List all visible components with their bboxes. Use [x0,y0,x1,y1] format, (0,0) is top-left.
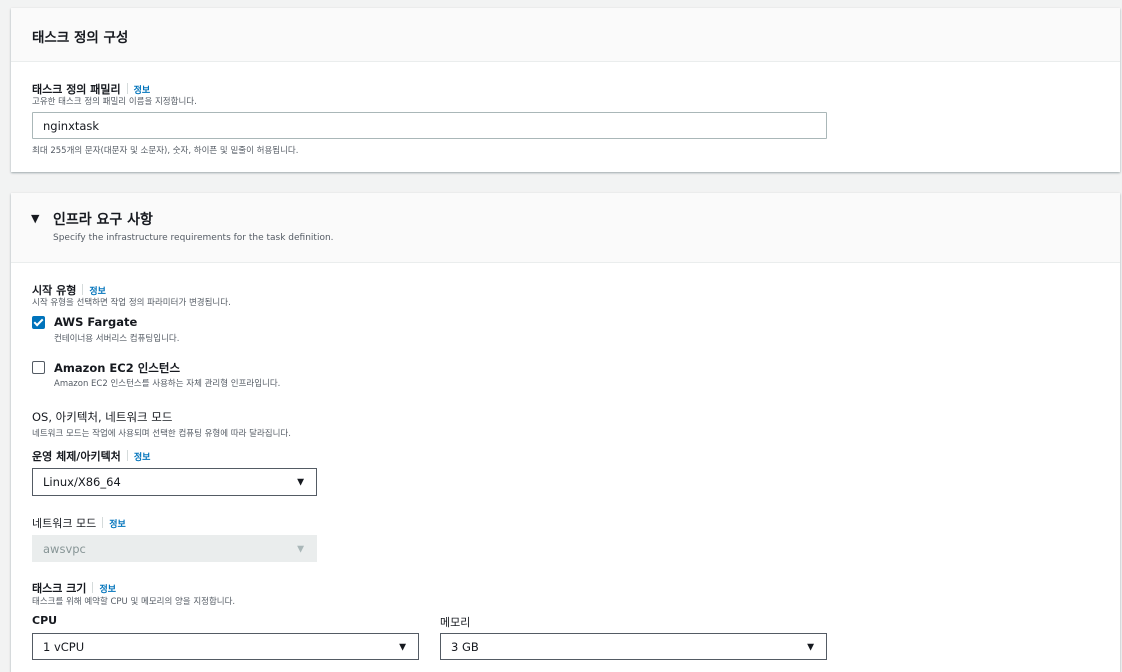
launch-type-description: 시작 유형을 선택하면 작업 정의 파라미터가 변경됩니다. [32,298,231,308]
cpu-label: CPU [32,614,58,627]
cpu-select[interactable]: 1 vCPU ▼ [32,633,419,660]
collapse-caret-icon[interactable]: ▼ [31,212,39,225]
family-name-input[interactable] [32,112,827,139]
network-mode-label: 네트워크 모드 [32,517,97,530]
caret-down-icon: ▼ [399,642,406,652]
os-arch-value: Linux/X86_64 [43,475,121,489]
os-arch-select[interactable]: Linux/X86_64 ▼ [32,468,317,496]
section-title: 태스크 정의 구성 [32,30,129,46]
panel-header: 태스크 정의 구성 [11,8,1120,62]
ec2-description: Amazon EC2 인스턴스를 사용하는 자체 관리형 인프라입니다. [54,379,281,389]
task-size-label: 태스크 크기 [32,582,87,595]
os-arch-info-link[interactable]: 정보 [134,453,151,463]
network-mode-info-link[interactable]: 정보 [109,520,126,530]
network-mode-select: awsvpc ▼ [32,535,317,562]
infrastructure-requirements-panel: ▼ 인프라 요구 사항 Specify the infrastructure r… [11,193,1120,672]
os-network-heading: OS, 아키텍처, 네트워크 모드 [32,410,173,424]
network-mode-value: awsvpc [43,541,86,556]
section-subtitle: Specify the infrastructure requirements … [53,233,334,243]
task-size-info-link[interactable]: 정보 [99,585,116,595]
separator [92,582,94,593]
task-size-label-row: 태스크 크기 정보 [32,577,116,596]
separator [102,517,104,528]
os-arch-label: 운영 체제/아키텍처 [32,450,121,463]
network-mode-label-row: 네트워크 모드 정보 [32,512,126,531]
memory-select[interactable]: 3 GB ▼ [440,633,827,660]
caret-down-icon: ▼ [807,642,814,652]
os-network-description: 네트워크 모드는 작업에 사용되며 선택한 컴퓨팅 유형에 따라 달라집니다. [32,429,291,439]
fargate-description: 컨테이너용 서버리스 컴퓨팅입니다. [54,334,180,344]
caret-down-icon: ▼ [297,544,304,554]
family-description: 고유한 태스크 정의 패밀리 이름을 지정합니다. [32,97,197,107]
task-size-description: 태스크를 위해 예약할 CPU 및 메모리의 양을 지정합니다. [32,597,236,607]
separator [82,284,84,295]
cpu-value: 1 vCPU [43,639,85,654]
fargate-checkbox[interactable] [32,316,45,329]
section-title[interactable]: 인프라 요구 사항 [53,209,153,229]
separator [126,83,128,94]
memory-label: 메모리 [440,616,471,629]
family-constraint-text: 최대 255개의 문자(대문자 및 소문자), 숫자, 하이픈 및 밑줄이 허용… [32,146,299,156]
ec2-checkbox[interactable] [32,361,45,374]
panel-header: ▼ 인프라 요구 사항 Specify the infrastructure r… [11,193,1120,263]
ec2-label[interactable]: Amazon EC2 인스턴스 [54,360,180,376]
memory-value: 3 GB [451,639,479,654]
fargate-label[interactable]: AWS Fargate [54,315,137,329]
caret-down-icon: ▼ [297,477,304,488]
separator [126,450,128,461]
os-arch-label-row: 운영 체제/아키텍처 정보 [32,445,150,464]
task-definition-config-panel: 태스크 정의 구성 태스크 정의 패밀리 정보 고유한 태스크 정의 패밀리 이름… [11,8,1120,172]
